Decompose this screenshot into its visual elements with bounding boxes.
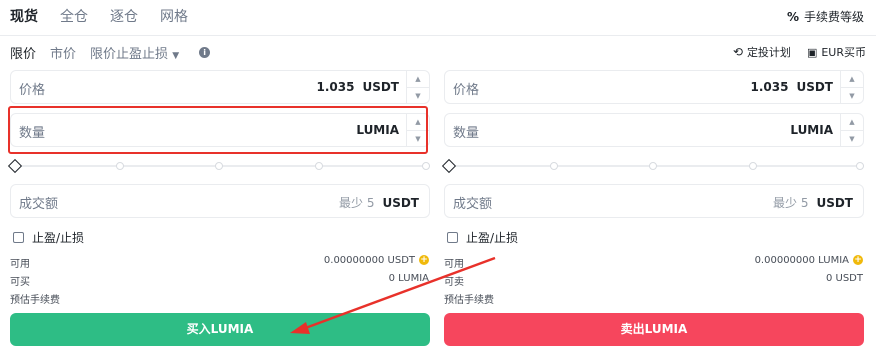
buy-max-row: 可买 0 LUMIA (10, 273, 429, 288)
order-type-tabs: 限价 市价 限价止盈止损 ▼ i (10, 43, 211, 62)
order-type-limit[interactable]: 限价 (10, 43, 36, 62)
sell-fee-row: 预估手续费 (444, 295, 494, 306)
buy-price-stepper: ▲ ▼ (406, 71, 429, 103)
recurring-icon: ⟲ (732, 45, 743, 59)
decrement-icon[interactable]: ▼ (407, 88, 429, 104)
eur-buy-link[interactable]: ▣ EUR买币 (807, 44, 866, 60)
buy-fee-row: 预估手续费 (10, 295, 60, 306)
slider-handle[interactable] (441, 158, 457, 174)
tab-grid[interactable]: 网格 (160, 7, 188, 27)
right-links: ⟲ 定投计划 ▣ EUR买币 (733, 44, 866, 60)
increment-icon[interactable]: ▲ (841, 114, 863, 131)
slider-handle[interactable] (7, 158, 23, 174)
checkbox[interactable] (13, 232, 24, 243)
add-funds-icon[interactable]: + (419, 255, 429, 265)
buy-price-value: 1.035 (316, 80, 355, 94)
checkbox[interactable] (447, 232, 458, 243)
sell-available-row: 可用 0.00000000 LUMIA + (444, 255, 863, 270)
sell-price-value: 1.035 (750, 80, 789, 94)
fee-level-label: 手续费等级 (803, 10, 864, 24)
sell-price-field[interactable]: 价格 1.035 USDT ▲ ▼ (444, 70, 864, 104)
tab-spot[interactable]: 现货 (10, 7, 38, 27)
buy-quantity-stepper: ▲ ▼ (406, 114, 429, 146)
buy-total-field[interactable]: 成交额 最少 5 USDT (10, 184, 430, 218)
decrement-icon[interactable]: ▼ (841, 88, 863, 104)
info-icon[interactable]: i (199, 47, 211, 58)
card-icon: ▣ (806, 45, 818, 59)
decrement-icon[interactable]: ▼ (841, 131, 863, 147)
caret-down-icon: ▼ (172, 51, 180, 61)
buy-amount-slider[interactable] (7, 158, 430, 174)
buy-tpsl-checkbox[interactable]: 止盈/止损 (13, 229, 84, 246)
order-type-stop-limit[interactable]: 限价止盈止损 ▼ (90, 43, 179, 62)
sell-amount-slider[interactable] (441, 158, 864, 174)
percent-icon: % (786, 9, 799, 24)
sell-tpsl-checkbox[interactable]: 止盈/止损 (447, 229, 518, 246)
sell-quantity-stepper: ▲ ▼ (840, 114, 863, 146)
sell-total-field[interactable]: 成交额 最少 5 USDT (444, 184, 864, 218)
sell-price-stepper: ▲ ▼ (840, 71, 863, 103)
fee-level-link[interactable]: % 手续费等级 (787, 8, 864, 25)
trade-mode-tabs: 现货 全仓 逐仓 网格 (10, 7, 188, 27)
tab-cross[interactable]: 全仓 (60, 7, 88, 27)
sell-max-row: 可卖 0 USDT (444, 273, 863, 288)
increment-icon[interactable]: ▲ (407, 114, 429, 131)
decrement-icon[interactable]: ▼ (407, 131, 429, 147)
buy-available-row: 可用 0.00000000 USDT + (10, 255, 429, 270)
increment-icon[interactable]: ▲ (407, 71, 429, 88)
divider (0, 35, 876, 36)
sell-quantity-field[interactable]: 数量 LUMIA ▲ ▼ (444, 113, 864, 147)
increment-icon[interactable]: ▲ (841, 71, 863, 88)
order-type-market[interactable]: 市价 (50, 43, 76, 62)
buy-button[interactable]: 买入LUMIA (10, 313, 430, 346)
buy-quantity-field[interactable]: 数量 LUMIA ▲ ▼ (10, 113, 430, 147)
tab-isolated[interactable]: 逐仓 (110, 7, 138, 27)
buy-price-field[interactable]: 价格 1.035 USDT ▲ ▼ (10, 70, 430, 104)
dca-plan-link[interactable]: ⟲ 定投计划 (733, 44, 791, 60)
sell-button[interactable]: 卖出LUMIA (444, 313, 864, 346)
add-funds-icon[interactable]: + (853, 255, 863, 265)
